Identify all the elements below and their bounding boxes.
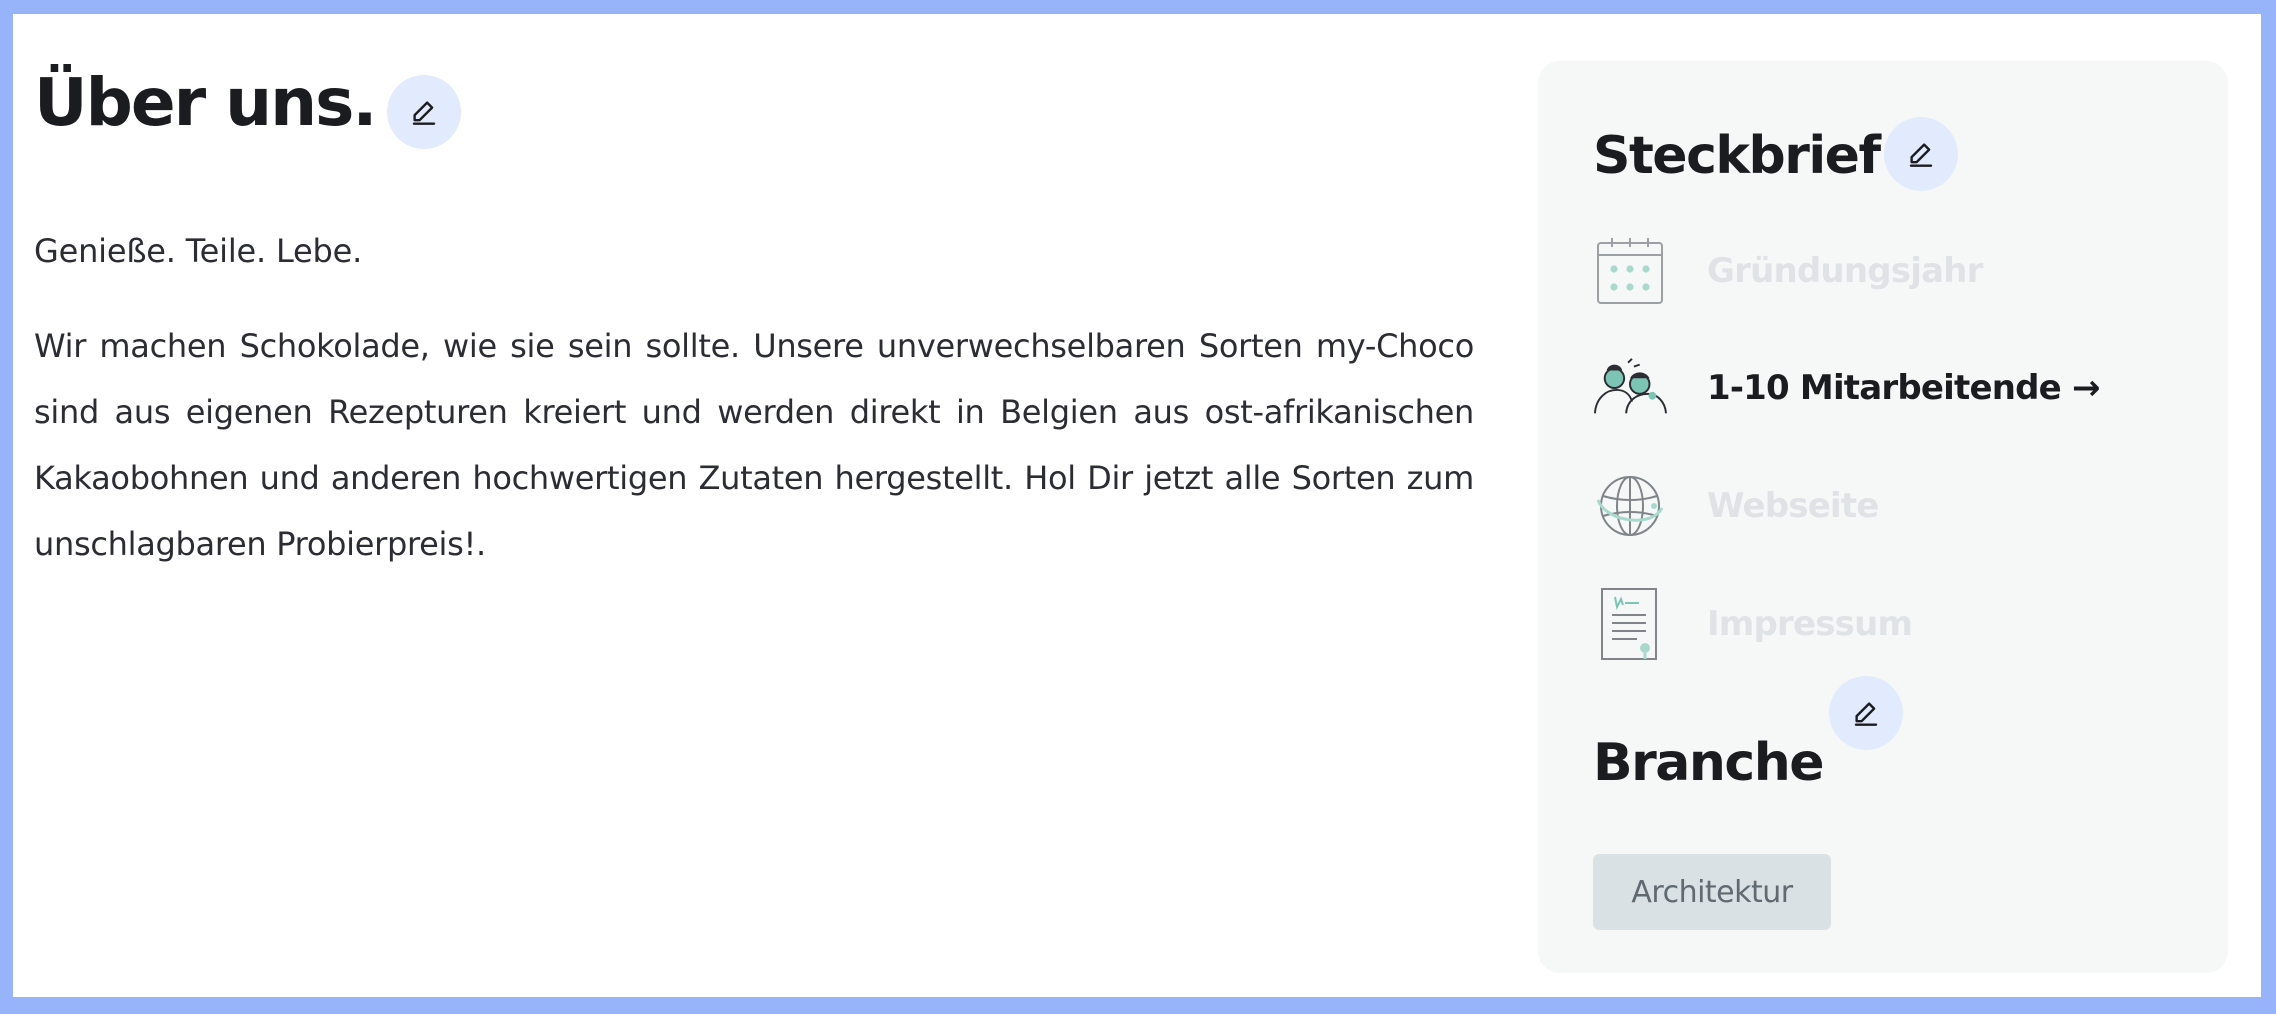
about-description: Wir machen Schokolade, wie sie sein soll… xyxy=(34,327,1474,563)
industry-title: Branche xyxy=(1593,733,1825,793)
about-header: Über uns. xyxy=(34,58,1474,168)
about-slogan: Genieße. Teile. Lebe. xyxy=(34,232,363,270)
industry-tag: Architektur xyxy=(1593,854,1831,930)
edit-industry-button[interactable] xyxy=(1829,676,1903,750)
fact-founding-year-label: Gründungsjahr xyxy=(1707,251,1983,291)
fact-imprint-label: Impressum xyxy=(1707,604,1913,644)
pencil-icon xyxy=(1909,143,1933,167)
fact-employees[interactable]: 1-10 Mitarbeitende → xyxy=(1593,348,2193,428)
pencil-icon xyxy=(412,101,436,125)
pencil-icon xyxy=(1854,702,1878,726)
team-icon xyxy=(1593,351,1667,425)
about-title: Über uns. xyxy=(34,64,377,141)
fact-employees-label: 1-10 Mitarbeitende → xyxy=(1707,368,2100,408)
page-frame: Über uns. Genieße. Teile. Lebe. Wir mach… xyxy=(13,14,2261,997)
fact-founding-year[interactable]: Gründungsjahr xyxy=(1593,231,2193,311)
document-icon xyxy=(1593,587,1667,661)
fact-website-label: Webseite xyxy=(1707,486,1879,526)
about-section: Über uns. Genieße. Teile. Lebe. Wir mach… xyxy=(34,58,1474,564)
edit-profile-button[interactable] xyxy=(1884,117,1958,191)
globe-icon xyxy=(1593,469,1667,543)
fact-imprint[interactable]: Impressum xyxy=(1593,584,2193,664)
calendar-icon xyxy=(1593,234,1667,308)
edit-about-button[interactable] xyxy=(387,75,461,149)
profile-title: Steckbrief xyxy=(1593,126,1881,186)
profile-card: Steckbrief Gründungsjahr 1-10 Mitarbeite… xyxy=(1538,61,2228,973)
fact-website[interactable]: Webseite xyxy=(1593,466,2193,546)
